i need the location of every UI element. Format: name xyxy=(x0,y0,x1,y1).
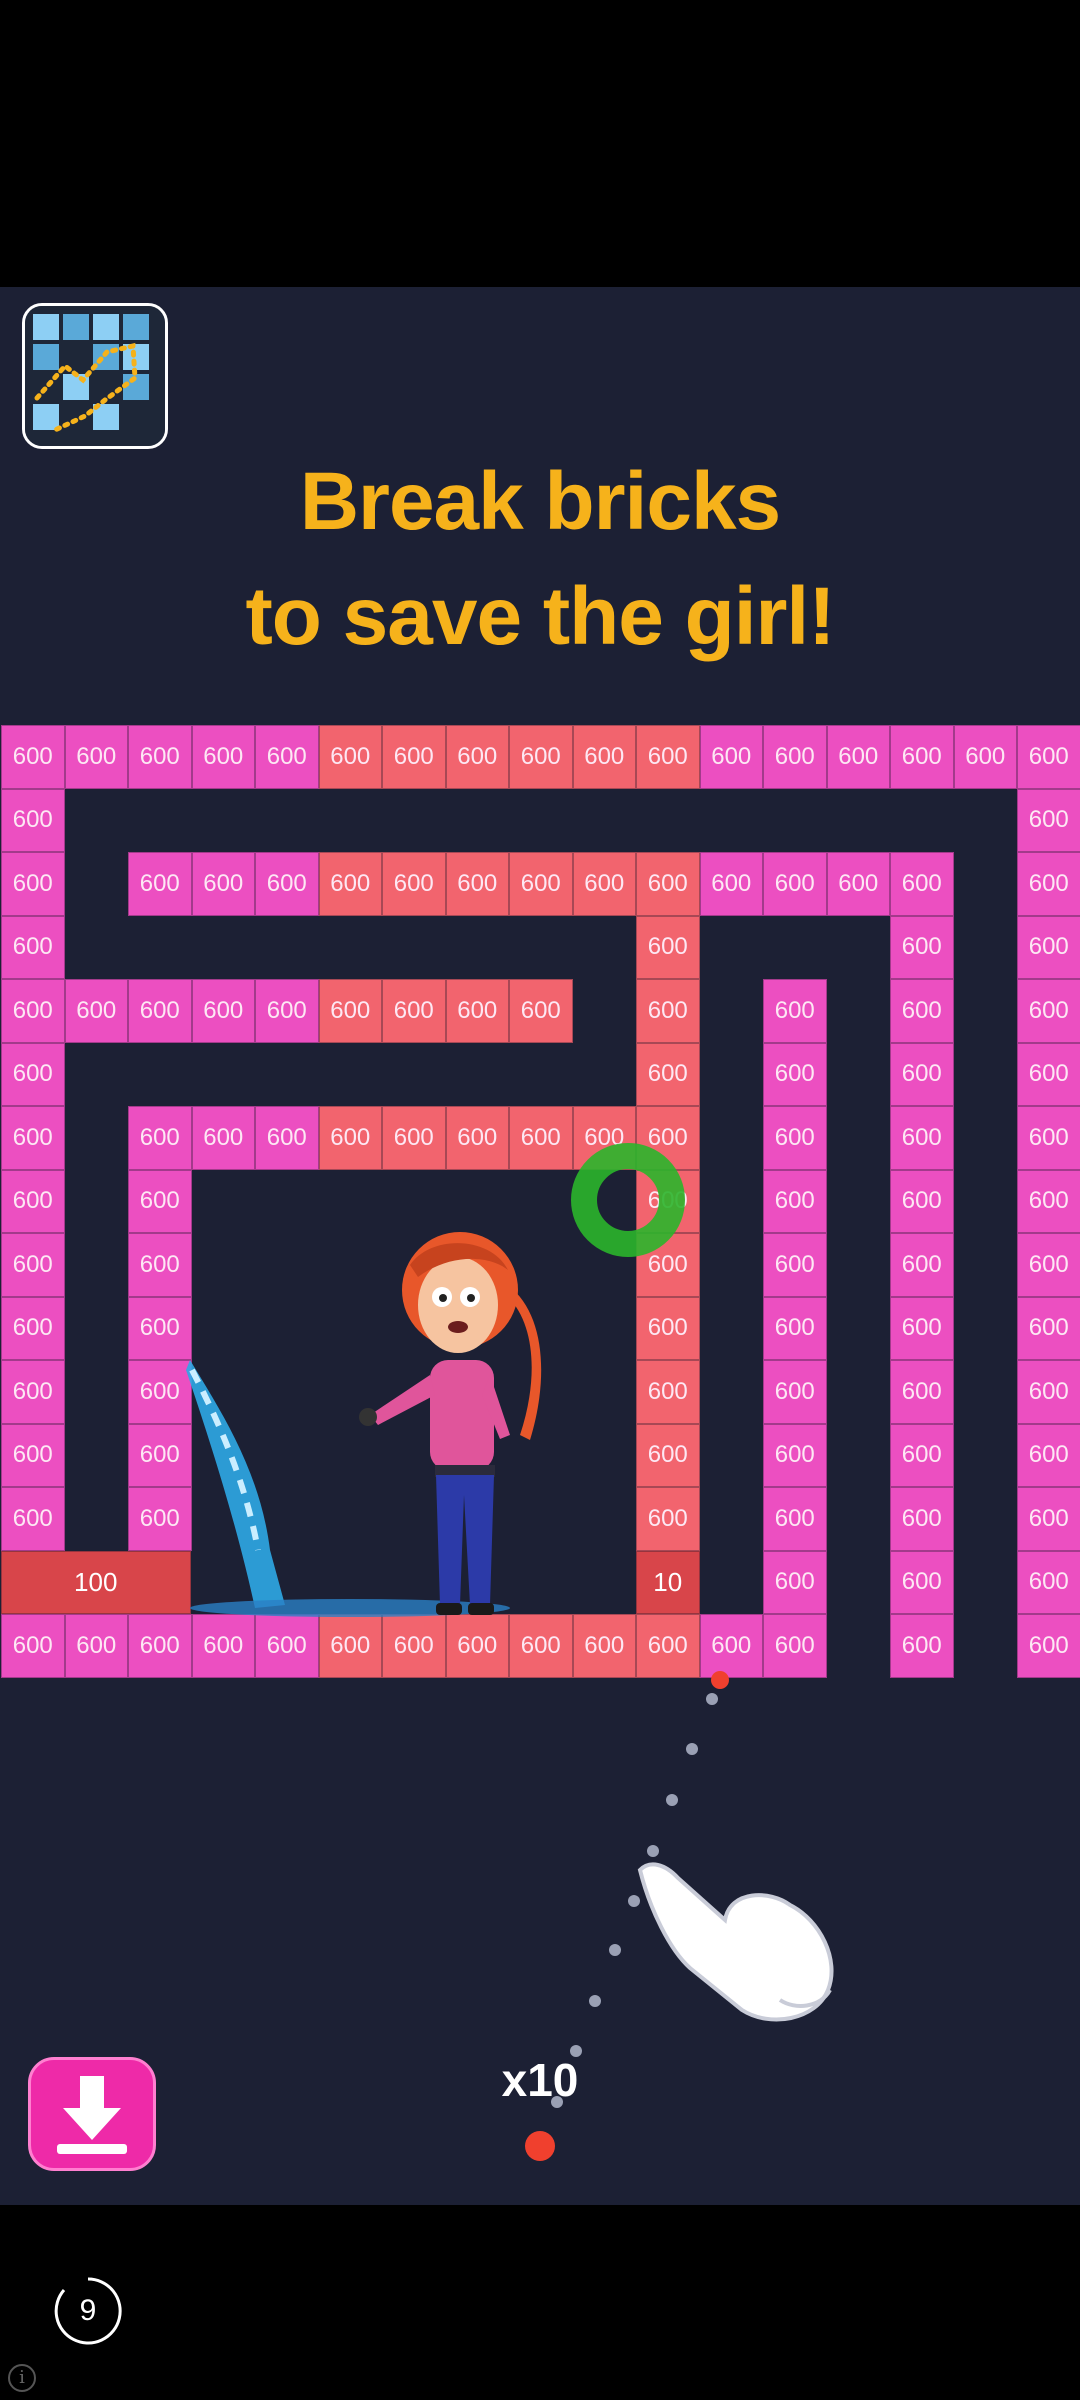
countdown-number: 9 xyxy=(79,2294,97,2327)
aim-trajectory xyxy=(551,1671,729,2108)
pointing-hand-icon xyxy=(637,1862,834,2022)
download-arrow-icon xyxy=(57,2076,127,2154)
ball-count: x10 xyxy=(501,2054,579,2106)
launch-ball[interactable] xyxy=(525,2131,555,2161)
info-icon[interactable]: i xyxy=(8,2364,36,2392)
trajectory-dot-red xyxy=(711,1671,729,1689)
download-button[interactable] xyxy=(28,2057,156,2171)
